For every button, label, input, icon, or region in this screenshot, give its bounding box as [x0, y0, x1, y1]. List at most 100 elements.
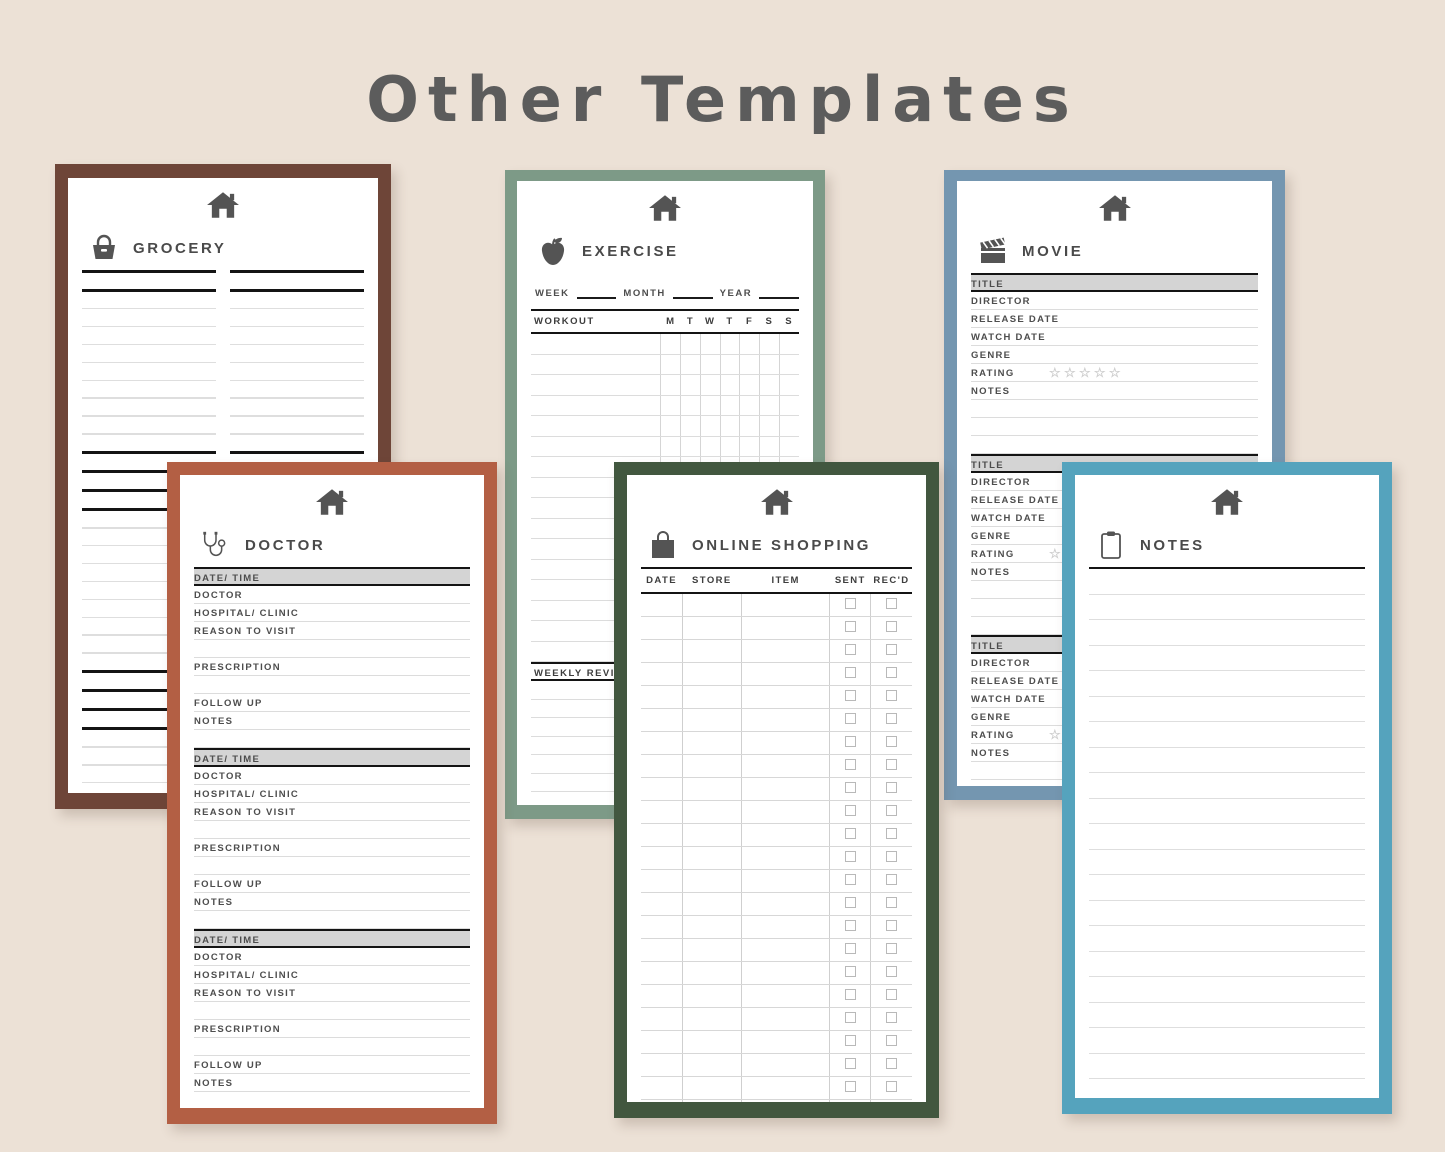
grocery-write-line[interactable] [82, 379, 216, 381]
shopping-cell-rec-d[interactable] [870, 1053, 912, 1077]
doctor-field-follow-up[interactable]: FOLLOW UP [194, 694, 470, 712]
shopping-cell-sent[interactable] [829, 846, 871, 870]
doctor-blank-line[interactable] [194, 676, 470, 694]
shopping-cell-rec-d[interactable] [870, 662, 912, 686]
shopping-cell-store[interactable] [681, 777, 742, 801]
grocery-write-line[interactable] [82, 325, 216, 328]
shopping-cell-store[interactable] [681, 938, 742, 962]
checkbox[interactable] [886, 736, 898, 747]
exercise-table-row[interactable] [531, 374, 799, 396]
shopping-cell-date[interactable] [641, 915, 683, 939]
notes-write-line[interactable] [1089, 1003, 1365, 1028]
movie-field-watch-date[interactable]: WATCH DATE [971, 328, 1258, 346]
doctor-field-hospital-clinic[interactable]: HOSPITAL/ CLINIC [194, 604, 470, 622]
checkbox[interactable] [844, 1081, 856, 1092]
checkbox[interactable] [844, 1058, 856, 1069]
exercise-day-cell[interactable] [739, 374, 760, 396]
doctor-visit-block[interactable]: DATE/ TIME DOCTOR HOSPITAL/ CLINIC REASON T… [194, 567, 470, 748]
shopping-cell-rec-d[interactable] [870, 1030, 912, 1054]
exercise-day-cell[interactable] [719, 333, 740, 355]
doctor-field-prescription[interactable]: PRESCRIPTION [194, 658, 470, 676]
exercise-day-cell[interactable] [778, 415, 799, 437]
shopping-cell-rec-d[interactable] [870, 1076, 912, 1100]
shopping-cell-sent[interactable] [829, 1053, 871, 1077]
checkbox[interactable] [844, 828, 856, 839]
doctor-field-doctor[interactable]: DOCTOR [194, 948, 470, 966]
exercise-day-cell[interactable] [660, 436, 681, 457]
shopping-cell-item[interactable] [741, 984, 830, 1008]
exercise-workout-cell[interactable] [531, 374, 661, 396]
checkbox[interactable] [886, 621, 898, 632]
shopping-cell-date[interactable] [641, 1030, 683, 1054]
shopping-table-row[interactable] [641, 662, 912, 686]
doctor-field-notes[interactable]: NOTES [194, 1074, 470, 1092]
checkbox[interactable] [844, 621, 856, 632]
exercise-day-cell[interactable] [699, 436, 721, 457]
shopping-table-row[interactable] [641, 1076, 912, 1100]
doctor-blank-line[interactable] [194, 821, 470, 839]
movie-field-rating[interactable]: RATING☆☆☆☆☆ [971, 364, 1258, 382]
movie-field-notes[interactable]: NOTES [971, 382, 1258, 400]
shopping-cell-item[interactable] [741, 616, 830, 640]
shopping-table-row[interactable] [641, 846, 912, 870]
movie-blank-line[interactable] [971, 400, 1258, 418]
exercise-year-input[interactable] [759, 285, 799, 299]
exercise-day-cell[interactable] [660, 354, 681, 375]
shopping-cell-date[interactable] [641, 616, 683, 640]
exercise-table-row[interactable] [531, 436, 799, 457]
shopping-cell-rec-d[interactable] [870, 616, 912, 640]
exercise-day-cell[interactable] [759, 354, 780, 375]
shopping-cell-item[interactable] [741, 1007, 830, 1031]
checkbox[interactable] [844, 805, 856, 816]
exercise-day-cell[interactable] [739, 333, 760, 355]
checkbox[interactable] [844, 736, 856, 747]
shopping-cell-store[interactable] [681, 892, 742, 916]
exercise-day-cell[interactable] [778, 395, 799, 416]
star-icon[interactable]: ☆ [1109, 366, 1122, 379]
shopping-cell-store[interactable] [681, 685, 742, 709]
notes-write-line[interactable] [1089, 1054, 1365, 1079]
movie-field-genre[interactable]: GENRE [971, 346, 1258, 364]
doctor-field-reason-to-visit[interactable]: REASON TO VISIT [194, 803, 470, 821]
shopping-cell-item[interactable] [741, 846, 830, 870]
shopping-cell-rec-d[interactable] [870, 731, 912, 755]
shopping-table-row[interactable] [641, 1053, 912, 1077]
shopping-cell-date[interactable] [641, 869, 683, 893]
shopping-table-row[interactable] [641, 892, 912, 916]
notes-write-line[interactable] [1089, 671, 1365, 697]
exercise-month-input[interactable] [672, 285, 713, 299]
exercise-day-cell[interactable] [680, 333, 701, 355]
grocery-write-line[interactable] [230, 325, 364, 328]
notes-write-line[interactable] [1089, 773, 1365, 799]
shopping-cell-sent[interactable] [829, 800, 871, 824]
doctor-blank-line[interactable] [194, 730, 470, 748]
shopping-table-row[interactable] [641, 1099, 912, 1102]
exercise-day-cell[interactable] [680, 354, 701, 375]
exercise-day-cell[interactable] [759, 415, 780, 437]
exercise-day-cell[interactable] [759, 395, 780, 416]
shopping-table-row[interactable] [641, 961, 912, 985]
shopping-cell-sent[interactable] [829, 662, 871, 686]
shopping-table[interactable]: DATE STORE ITEM SENT REC'D [641, 567, 912, 1102]
exercise-workout-cell[interactable] [531, 333, 661, 355]
shopping-cell-store[interactable] [681, 823, 742, 847]
shopping-cell-date[interactable] [641, 708, 683, 732]
shopping-cell-date[interactable] [641, 1099, 683, 1102]
notes-write-line[interactable] [1089, 799, 1365, 824]
exercise-day-cell[interactable] [680, 374, 701, 396]
exercise-table-row[interactable] [531, 333, 799, 355]
checkbox[interactable] [886, 989, 898, 1000]
shopping-cell-date[interactable] [641, 731, 683, 755]
shopping-cell-rec-d[interactable] [870, 961, 912, 985]
shopping-table-row[interactable] [641, 708, 912, 732]
exercise-day-cell[interactable] [778, 436, 799, 457]
exercise-day-cell[interactable] [699, 374, 721, 396]
exercise-day-cell[interactable] [778, 333, 799, 355]
shopping-cell-date[interactable] [641, 593, 683, 617]
shopping-cell-rec-d[interactable] [870, 915, 912, 939]
shopping-cell-rec-d[interactable] [870, 593, 912, 617]
exercise-day-cell[interactable] [660, 374, 681, 396]
doctor-field-prescription[interactable]: PRESCRIPTION [194, 1020, 470, 1038]
checkbox[interactable] [844, 874, 856, 885]
exercise-table-row[interactable] [531, 354, 799, 375]
